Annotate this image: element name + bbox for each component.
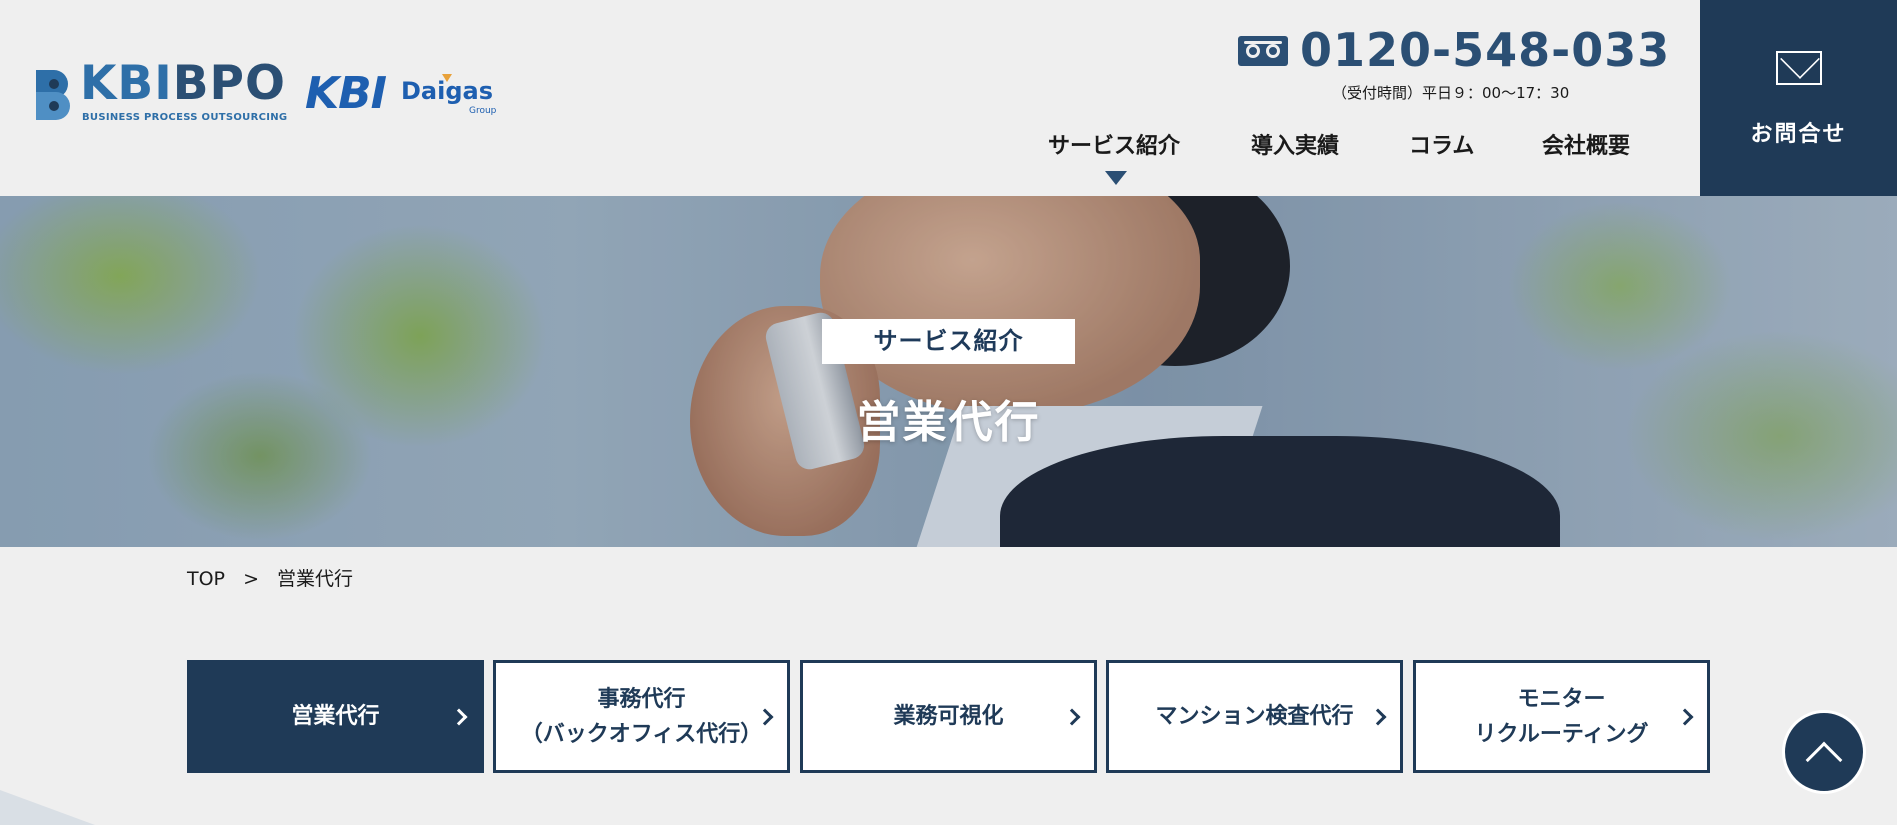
service-tab-sales-agency[interactable]: 営業代行 xyxy=(187,660,484,773)
daigas-text: Daigas xyxy=(401,77,494,105)
contact-button[interactable]: お問合せ xyxy=(1700,0,1897,196)
breadcrumb: TOP > 営業代行 xyxy=(187,564,365,591)
chevron-right-icon xyxy=(1369,708,1387,725)
kbi-bpo-logo-mark-icon xyxy=(36,70,70,120)
daigas-kbi-text: KBI xyxy=(305,68,387,119)
service-tab-back-office[interactable]: 事務代行 （バックオフィス代行） xyxy=(493,660,790,773)
chevron-right-icon xyxy=(1063,708,1081,725)
breadcrumb-top-link[interactable]: TOP xyxy=(187,568,225,590)
nav-item-case-studies[interactable]: 導入実績 xyxy=(1251,128,1339,160)
decorative-shape xyxy=(0,790,95,825)
service-tabs: 営業代行 事務代行 （バックオフィス代行） 業務可視化 マンション検査代行 モニ… xyxy=(187,660,1710,773)
breadcrumb-separator: > xyxy=(243,568,259,590)
service-tab-label: マンション検査代行 xyxy=(1155,704,1354,729)
contact-label: お問合せ xyxy=(1750,122,1847,147)
hero-category-tag: サービス紹介 xyxy=(822,319,1075,364)
logo-bpo-text: BPO xyxy=(172,56,286,111)
nav-item-company[interactable]: 会社概要 xyxy=(1542,128,1630,160)
logo-kbi-text: KBI xyxy=(80,56,173,111)
page-top-button[interactable] xyxy=(1782,710,1866,794)
chevron-up-icon xyxy=(1805,741,1843,779)
nav-item-column[interactable]: コラム xyxy=(1409,128,1474,160)
chevron-right-icon xyxy=(450,708,468,725)
breadcrumb-current: 営業代行 xyxy=(277,568,354,590)
kbi-bpo-logo[interactable]: KBIBPO BUSINESS PROCESS OUTSOURCING xyxy=(32,56,288,128)
hero-banner: サービス紹介 営業代行 xyxy=(0,196,1897,547)
phone-number: 0120-548-033 xyxy=(1300,23,1671,77)
service-tab-label: 事務代行 （バックオフィス代行） xyxy=(520,686,763,747)
free-dial-icon xyxy=(1238,36,1288,66)
service-tab-mansion-inspection[interactable]: マンション検査代行 xyxy=(1106,660,1403,773)
service-tab-label: モニター リクルーティング xyxy=(1474,686,1649,747)
logo-subtitle: BUSINESS PROCESS OUTSOURCING xyxy=(82,112,288,123)
chevron-right-icon xyxy=(1676,708,1694,725)
hero-overlay xyxy=(0,196,1897,547)
kbi-bpo-logo-text: KBIBPO xyxy=(80,56,286,112)
service-tab-visualization[interactable]: 業務可視化 xyxy=(800,660,1097,773)
service-tab-label: 業務可視化 xyxy=(893,704,1004,729)
nav-item-services[interactable]: サービス紹介 xyxy=(1048,128,1180,160)
mail-icon xyxy=(1776,51,1822,85)
site-header: KBIBPO BUSINESS PROCESS OUTSOURCING KBI … xyxy=(0,0,1897,196)
service-tab-label: 営業代行 xyxy=(291,704,380,729)
reception-hours: （受付時間）平日９：00〜17：30 xyxy=(1332,84,1570,102)
nav-active-indicator-icon xyxy=(1105,171,1127,185)
daigas-group-text: Group xyxy=(469,106,497,116)
page-title: 営業代行 xyxy=(856,397,1041,448)
kbi-daigas-logo[interactable]: KBI Daigas Group xyxy=(305,70,505,120)
service-tab-monitor-recruiting[interactable]: モニター リクルーティング xyxy=(1413,660,1710,773)
